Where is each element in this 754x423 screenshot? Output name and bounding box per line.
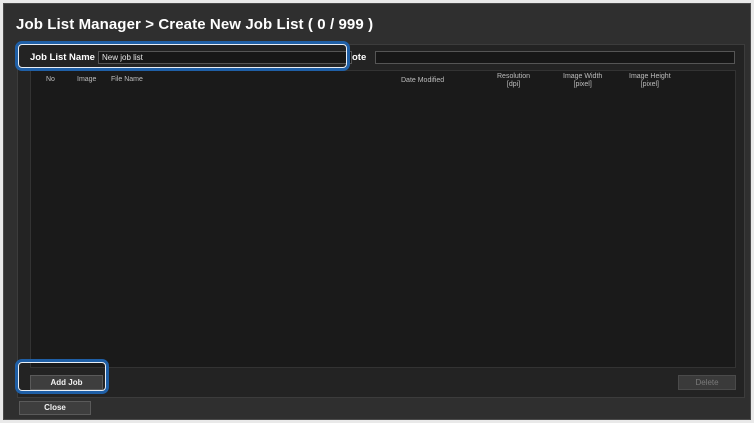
note-input[interactable] xyxy=(375,51,735,64)
job-list-name-label: Job List Name xyxy=(30,52,95,63)
window-title: Job List Manager > Create New Job List (… xyxy=(16,16,374,33)
column-header-image[interactable]: Image xyxy=(77,76,96,84)
job-table[interactable]: No Image File Name Date Modified Resolut… xyxy=(30,70,736,368)
note-label: ote xyxy=(352,52,367,63)
column-header-resolution[interactable]: Resolution [dpi] xyxy=(497,73,530,89)
add-job-button[interactable]: Add Job xyxy=(30,375,103,390)
column-header-image-width[interactable]: Image Width [pixel] xyxy=(563,73,602,89)
column-header-file-name[interactable]: File Name xyxy=(111,76,143,84)
job-list-panel: Job List Name New job list ote No Image … xyxy=(17,44,745,398)
column-header-no[interactable]: No xyxy=(46,76,55,84)
column-header-date-modified[interactable]: Date Modified xyxy=(401,77,444,85)
delete-button[interactable]: Delete xyxy=(678,375,736,390)
job-list-header-row: Job List Name New job list ote xyxy=(18,45,744,69)
close-button[interactable]: Close xyxy=(19,401,91,415)
job-list-manager-window: Job List Manager > Create New Job List (… xyxy=(3,3,751,420)
column-header-image-height[interactable]: Image Height [pixel] xyxy=(629,73,671,89)
job-list-name-input[interactable]: New job list xyxy=(98,51,352,64)
